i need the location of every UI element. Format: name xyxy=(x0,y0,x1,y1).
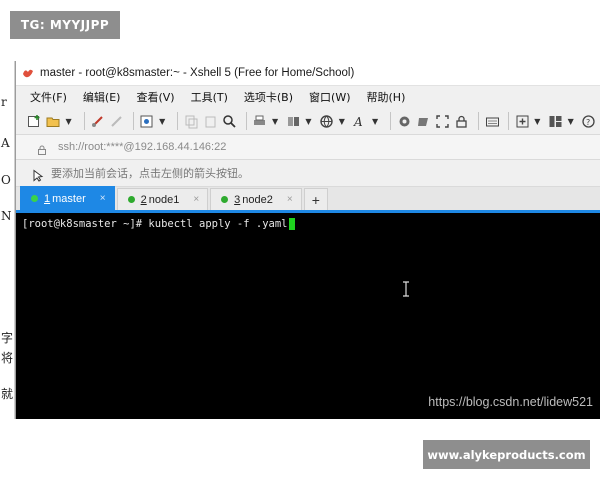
print-icon[interactable] xyxy=(252,112,268,130)
tab-number: 2 xyxy=(140,193,147,206)
edge-glyph: 字 xyxy=(1,331,14,345)
background-window-edge: r A O N 字 将 就 xyxy=(0,61,15,419)
copy-icon[interactable] xyxy=(183,112,199,130)
command-text: [root@k8smaster ~]# kubectl apply -f .ya… xyxy=(22,218,288,230)
edge-glyph: O xyxy=(1,173,11,187)
paste-icon[interactable] xyxy=(202,112,218,130)
edge-glyph: A xyxy=(1,136,10,150)
window-title: master - root@k8smaster:~ - Xshell 5 (Fr… xyxy=(40,67,355,79)
menu-view[interactable]: 查看(V) xyxy=(136,89,174,105)
terminal-command-line: [root@k8smaster ~]# kubectl apply -f .ya… xyxy=(22,218,295,230)
session-hint-bar: 要添加当前会话，点击左侧的箭头按钮。 xyxy=(16,160,600,187)
keyboard-icon[interactable] xyxy=(484,112,500,130)
connected-dot-icon xyxy=(221,196,229,203)
help-icon[interactable]: ? xyxy=(581,112,597,130)
fullscreen-icon[interactable] xyxy=(435,112,451,130)
xftp-icon[interactable] xyxy=(396,112,412,130)
connected-dot-icon xyxy=(31,195,38,202)
edge-glyph: 将 xyxy=(1,351,14,365)
script-icon[interactable] xyxy=(415,112,431,130)
toolbar-separator xyxy=(132,112,134,130)
terminal-pane[interactable]: [root@k8smaster ~]# kubectl apply -f .ya… xyxy=(16,213,600,419)
tab-number: 3 xyxy=(234,193,241,206)
arrow-bookmark-icon[interactable] xyxy=(32,167,45,182)
ibeam-cursor-icon xyxy=(403,281,409,297)
disconnect-icon[interactable] xyxy=(109,112,125,130)
toolbar-separator xyxy=(478,112,479,130)
add-session-icon[interactable] xyxy=(514,112,530,130)
toolbar-separator xyxy=(245,112,247,130)
toolbar-separator xyxy=(83,112,85,130)
session-tab-bar: 1 master × 2 node1 × 3 node2 × + xyxy=(16,186,600,213)
lock-icon[interactable] xyxy=(454,112,470,130)
close-icon[interactable]: × xyxy=(193,194,199,205)
svg-text:?: ? xyxy=(586,118,590,127)
chevron-down-icon[interactable]: ▼ xyxy=(304,112,312,130)
properties-icon[interactable] xyxy=(139,112,155,130)
session-address: ssh://root:****@192.168.44.146:22 xyxy=(58,141,227,153)
text-cursor xyxy=(288,218,295,230)
transfer-icon[interactable] xyxy=(285,112,301,130)
chevron-down-icon[interactable]: ▼ xyxy=(271,112,279,130)
new-session-icon[interactable] xyxy=(26,112,42,130)
tab-node1[interactable]: 2 node1 × xyxy=(116,188,209,210)
chevron-down-icon[interactable]: ▼ xyxy=(338,112,346,130)
reconnect-icon[interactable] xyxy=(90,112,106,130)
toolbar-separator xyxy=(390,112,392,130)
chevron-down-icon[interactable]: ▼ xyxy=(158,112,166,130)
chevron-down-icon[interactable]: ▼ xyxy=(371,112,379,130)
menu-file[interactable]: 文件(F) xyxy=(30,89,67,105)
close-icon[interactable]: × xyxy=(100,193,106,204)
open-folder-icon[interactable] xyxy=(45,112,61,130)
layout-icon[interactable] xyxy=(547,112,563,130)
toolbar: ▼ ▼ ▼ ▼ ▼ A ▼ ▼ ▼ ? xyxy=(16,108,600,135)
lock-icon xyxy=(36,141,48,155)
tab-label: node2 xyxy=(242,193,273,206)
hint-text: 要添加当前会话，点击左侧的箭头按钮。 xyxy=(51,167,249,180)
tab-label: master xyxy=(52,192,86,205)
svg-text:A: A xyxy=(353,115,363,129)
menu-help[interactable]: 帮助(H) xyxy=(367,89,406,105)
chevron-down-icon[interactable]: ▼ xyxy=(533,112,541,130)
title-bar[interactable]: master - root@k8smaster:~ - Xshell 5 (Fr… xyxy=(16,61,600,86)
close-icon[interactable]: × xyxy=(287,194,293,205)
toolbar-separator xyxy=(177,112,179,130)
search-icon[interactable] xyxy=(222,112,238,130)
edge-glyph: 就 xyxy=(1,387,14,401)
tab-master[interactable]: 1 master × xyxy=(20,186,115,210)
menu-tabs[interactable]: 选项卡(B) xyxy=(244,89,293,105)
menu-window[interactable]: 窗口(W) xyxy=(309,89,350,105)
font-icon[interactable]: A xyxy=(352,112,368,130)
tab-label: node1 xyxy=(148,193,180,206)
connected-dot-icon xyxy=(127,196,135,203)
edge-glyph: r xyxy=(1,95,7,109)
screenshot-area: r A O N 字 将 就 master - root@k8smaster:~ … xyxy=(0,61,600,419)
new-tab-button[interactable]: + xyxy=(303,188,328,210)
blog-watermark: https://blog.csdn.net/lidew521 xyxy=(428,395,593,409)
chevron-down-icon[interactable]: ▼ xyxy=(567,112,575,130)
menu-tools[interactable]: 工具(T) xyxy=(191,89,228,105)
tab-node2[interactable]: 3 node2 × xyxy=(210,188,302,210)
tab-number: 1 xyxy=(44,192,51,205)
address-bar[interactable]: ssh://root:****@192.168.44.146:22 xyxy=(16,135,600,160)
menu-edit[interactable]: 编辑(E) xyxy=(83,89,121,105)
bottom-watermark-badge: www.alykeproducts.com xyxy=(423,440,590,469)
menu-bar: 文件(F) 编辑(E) 查看(V) 工具(T) 选项卡(B) 窗口(W) 帮助(… xyxy=(16,86,600,108)
edge-glyph: N xyxy=(1,209,12,223)
toolbar-separator xyxy=(508,112,510,130)
chevron-down-icon[interactable]: ▼ xyxy=(64,112,72,130)
globe-icon[interactable] xyxy=(318,112,334,130)
xshell-window: master - root@k8smaster:~ - Xshell 5 (Fr… xyxy=(15,61,600,419)
top-watermark-badge: TG: MYYJJPP xyxy=(10,11,120,39)
xshell-app-icon xyxy=(22,67,34,79)
